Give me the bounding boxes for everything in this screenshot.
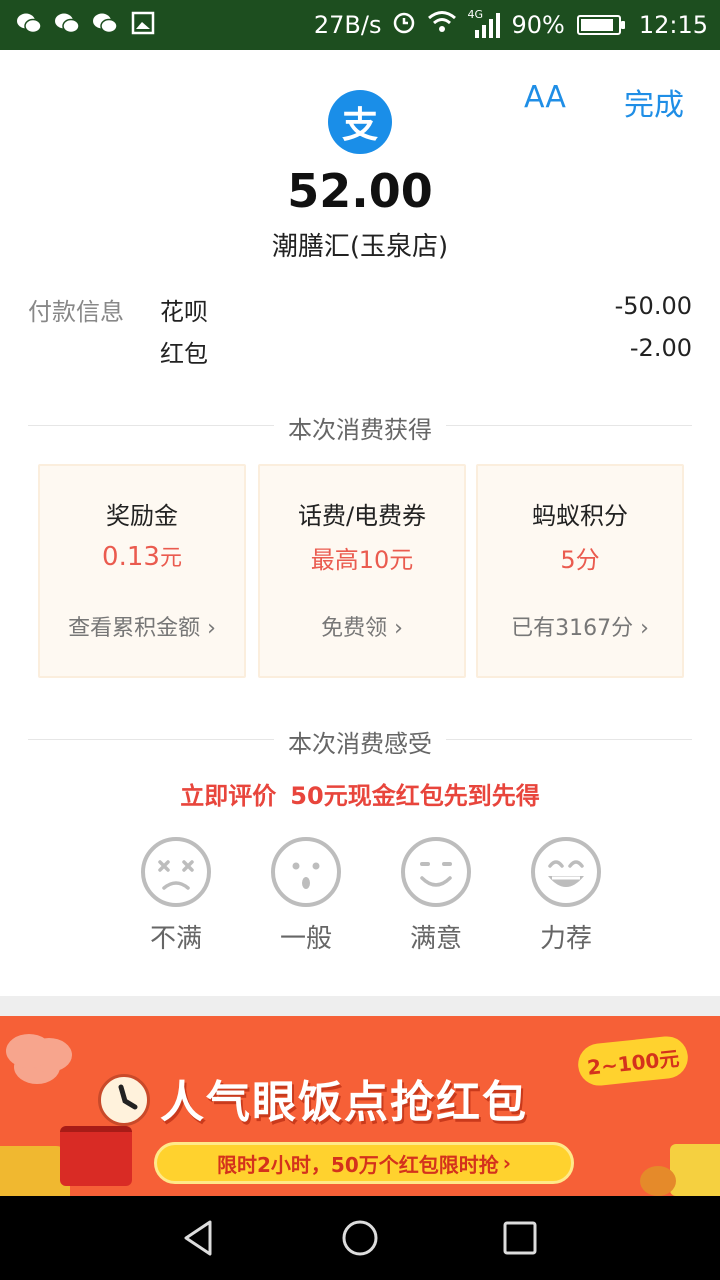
merchant-name: 潮膳汇(玉泉店) [271, 232, 449, 262]
banner-badge: 2~100元 [576, 1034, 690, 1088]
wechat-icon [92, 10, 118, 36]
battery-icon [576, 15, 625, 35]
chevron-right-icon: › [394, 616, 403, 641]
reward-card-title: 蚂蚁积分 [532, 502, 628, 530]
reward-card-value: 0.13元 [102, 542, 182, 572]
rating-option-recommend[interactable]: 力荐 [530, 836, 602, 954]
reward-card-bonus[interactable]: 奖励金 0.13元 查看累积金额 › [38, 464, 246, 678]
rewards-section-title: 本次消费获得 [274, 410, 446, 445]
notification-icons [16, 10, 156, 36]
wechat-icon [54, 10, 80, 36]
rating-option-neutral[interactable]: 一般 [270, 836, 342, 954]
rating-section-header: 本次消费感受 [28, 724, 692, 759]
food-decoration [640, 1166, 676, 1196]
recents-icon[interactable] [500, 1218, 540, 1258]
clock-icon [98, 1074, 150, 1126]
payment-item: 花呗 -50.00 [160, 292, 692, 327]
signal-icon: 4G [467, 8, 501, 40]
battery-percent: 90% [511, 11, 565, 39]
dissatisfied-face-icon [141, 837, 211, 907]
reward-card-voucher[interactable]: 话费/电费券 最高10元 免费领 › [258, 464, 466, 678]
font-size-button[interactable]: AA [524, 80, 566, 115]
cloud-decoration [6, 1034, 52, 1068]
clock: 12:15 [638, 11, 708, 39]
reward-card-link[interactable]: 查看累积金额 › [40, 610, 244, 642]
alipay-logo: 支 [328, 90, 392, 154]
gallery-icon [130, 10, 156, 36]
alipay-logo-char: 支 [341, 105, 378, 146]
chevron-right-icon: › [502, 1151, 511, 1175]
payment-item-name: 花呗 [160, 298, 208, 326]
drink-decoration [670, 1144, 720, 1196]
rating-section-title: 本次消费感受 [274, 724, 446, 759]
chevron-right-icon: › [640, 616, 649, 641]
reward-card-title: 话费/电费券 [297, 502, 427, 530]
recommend-face-icon [531, 837, 601, 907]
banner-subtitle-button[interactable]: 限时2小时，50万个红包限时抢 › [154, 1142, 574, 1184]
rating-option-satisfied[interactable]: 满意 [400, 836, 472, 954]
home-icon[interactable] [340, 1218, 380, 1258]
reward-card-value: 5分 [560, 546, 600, 574]
network-speed: 27B/s [313, 11, 382, 39]
wifi-icon [427, 10, 457, 40]
reward-card-link[interactable]: 免费领 › [260, 610, 464, 642]
section-gap [0, 996, 720, 1016]
back-icon[interactable] [180, 1218, 220, 1258]
payment-item-name: 红包 [160, 340, 208, 368]
rewards-section-header: 本次消费获得 [28, 410, 692, 445]
promo-banner[interactable]: 人气眼饭点抢红包 2~100元 限时2小时，50万个红包限时抢 › [0, 1016, 720, 1196]
alarm-icon [391, 9, 417, 41]
rating-option-dissatisfied[interactable]: 不满 [140, 836, 212, 954]
payment-item-value: -50.00 [614, 292, 692, 320]
chevron-right-icon: › [207, 616, 216, 641]
neutral-face-icon [271, 837, 341, 907]
payment-item-value: -2.00 [629, 334, 692, 362]
payment-info-label: 付款信息 [28, 298, 124, 326]
rating-option-label: 不满 [149, 924, 202, 954]
rating-option-label: 满意 [409, 924, 462, 954]
red-envelope-icon [60, 1126, 132, 1186]
reward-card-points[interactable]: 蚂蚁积分 5分 已有3167分 › [476, 464, 684, 678]
banner-title: 人气眼饭点抢红包 [160, 1077, 528, 1128]
satisfied-face-icon [401, 837, 471, 907]
rating-option-label: 力荐 [539, 924, 592, 954]
payment-amount: 52.00 [287, 164, 433, 218]
reward-card-title: 奖励金 [106, 502, 178, 530]
system-nav-bar [0, 1196, 720, 1280]
done-button[interactable]: 完成 [624, 80, 684, 124]
reward-card-value: 最高10元 [310, 546, 414, 574]
reward-card-link[interactable]: 已有3167分 › [478, 610, 682, 642]
rating-promo[interactable]: 立即评价 50元现金红包先到先得 [0, 776, 720, 811]
status-bar: 27B/s 4G 90% 12:15 [0, 0, 720, 50]
wechat-icon [16, 10, 42, 36]
rating-option-label: 一般 [279, 924, 332, 954]
payment-item: 红包 -2.00 [160, 334, 692, 369]
